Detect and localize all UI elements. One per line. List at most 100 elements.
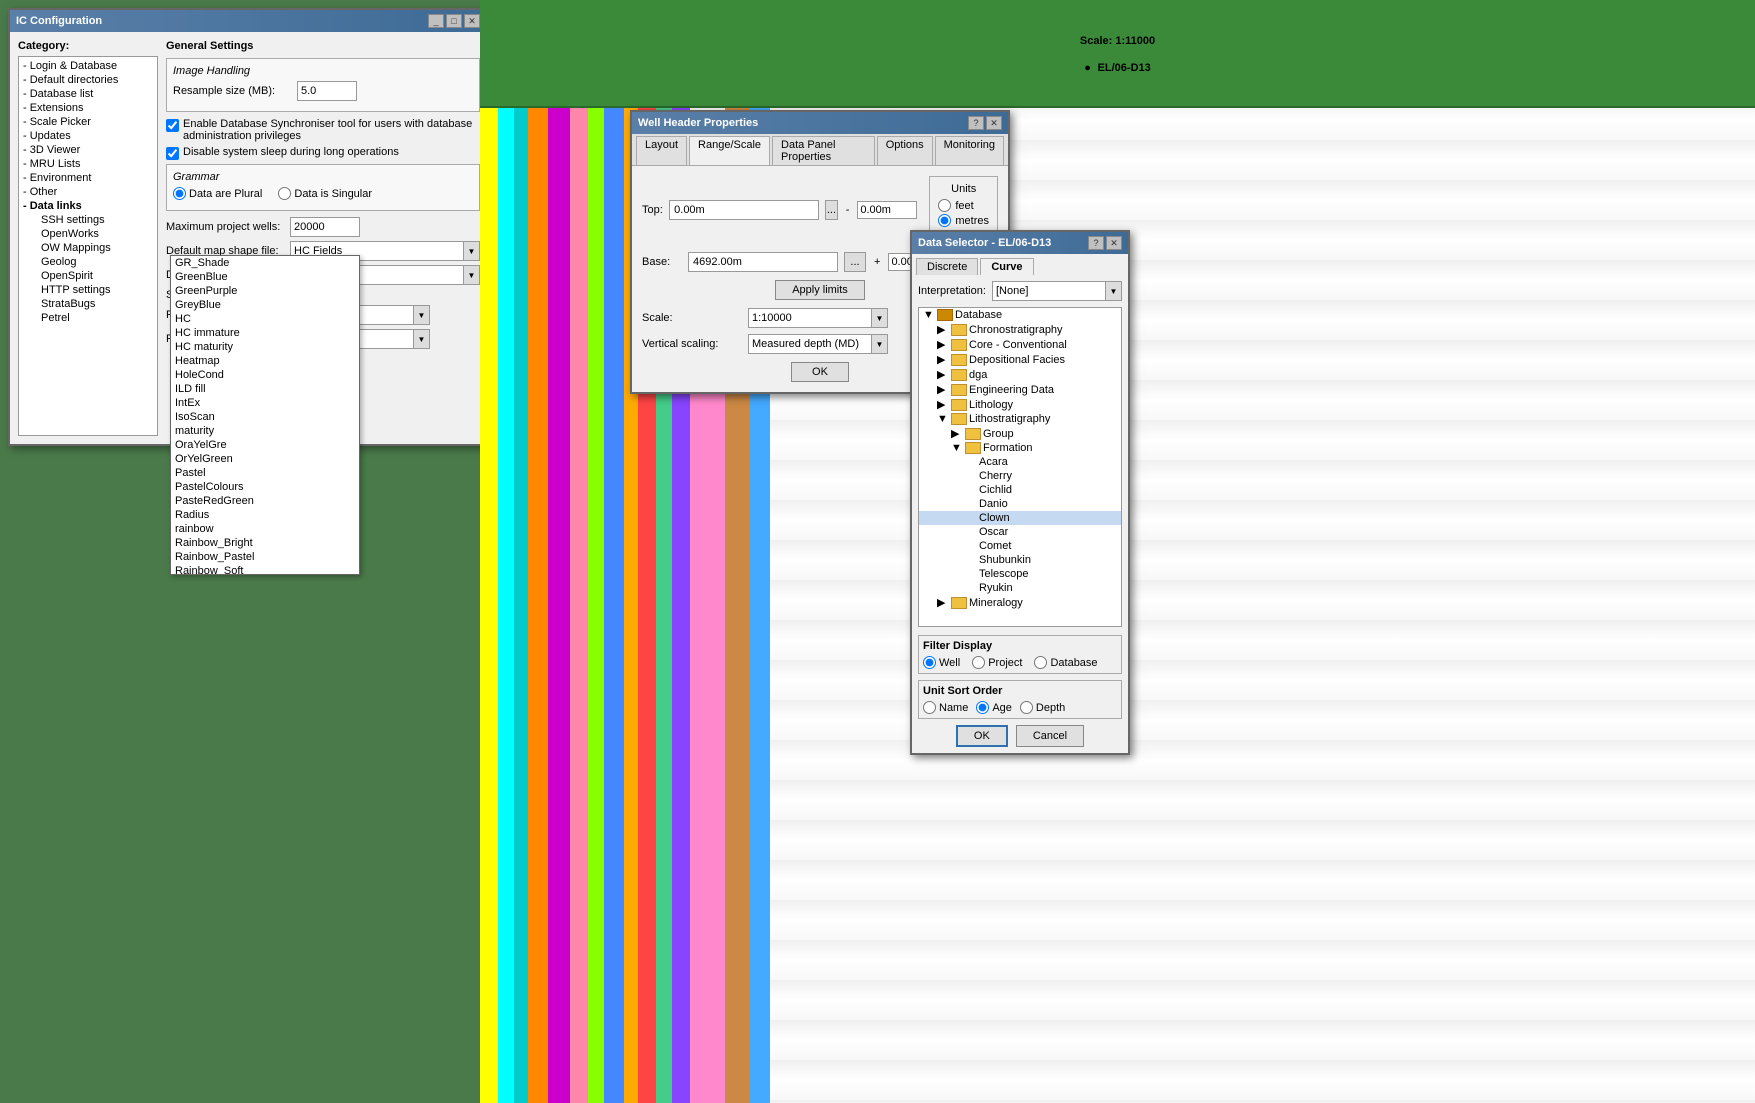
base-input[interactable] bbox=[688, 252, 838, 272]
db-sync-checkbox[interactable] bbox=[166, 119, 179, 132]
minimize-button[interactable]: _ bbox=[428, 14, 444, 28]
tree-item-updates[interactable]: - Updates bbox=[21, 129, 155, 143]
colormap-item-greenblue[interactable]: GreenBlue bbox=[171, 270, 359, 284]
filter-radio-database[interactable]: Database bbox=[1034, 656, 1097, 669]
tree-item-scale-picker[interactable]: - Scale Picker bbox=[21, 115, 155, 129]
ds-tree-item-dga[interactable]: ▶ dga bbox=[919, 367, 1121, 382]
colormap-item-heatmap[interactable]: Heatmap bbox=[171, 354, 359, 368]
maximize-button[interactable]: □ bbox=[446, 14, 462, 28]
scale-combobox[interactable]: 1:10000 ▼ bbox=[748, 308, 888, 328]
units-metres-radio[interactable] bbox=[938, 214, 951, 227]
ds-tree-item-lithostratigraphy[interactable]: ▼ Lithostratigraphy bbox=[919, 412, 1121, 426]
radio-singular[interactable]: Data is Singular bbox=[278, 187, 372, 200]
ds-tree-item-shubunkin[interactable]: Shubunkin bbox=[919, 553, 1121, 567]
wh-tab-range-scale[interactable]: Range/Scale bbox=[689, 136, 770, 165]
tree-item-3d-viewer[interactable]: - 3D Viewer bbox=[21, 143, 155, 157]
colormap-item-radius[interactable]: Radius bbox=[171, 508, 359, 522]
wh-tab-monitoring[interactable]: Monitoring bbox=[935, 136, 1004, 165]
ds-ok-btn[interactable]: OK bbox=[956, 725, 1008, 747]
vert-scaling-combobox[interactable]: Measured depth (MD) ▼ bbox=[748, 334, 888, 354]
colormap-item-pastelcolours[interactable]: PastelColours bbox=[171, 480, 359, 494]
top-unit-input[interactable] bbox=[857, 201, 917, 219]
units-feet-radio[interactable] bbox=[938, 199, 951, 212]
colormap-item-rainbow_bright[interactable]: Rainbow_Bright bbox=[171, 536, 359, 550]
ds-tree-item-core---conventional[interactable]: ▶ Core - Conventional bbox=[919, 337, 1121, 352]
close-button[interactable]: ✕ bbox=[464, 14, 480, 28]
apply-limits-button[interactable]: Apply limits bbox=[775, 280, 865, 300]
ds-tree-item-oscar[interactable]: Oscar bbox=[919, 525, 1121, 539]
tree-item-openspirit[interactable]: OpenSpirit bbox=[21, 269, 155, 283]
colormap-item-ild-fill[interactable]: ILD fill bbox=[171, 382, 359, 396]
colormap-item-gr_shade[interactable]: GR_Shade bbox=[171, 256, 359, 270]
colormap-dropdown[interactable]: GR_ShadeGreenBlueGreenPurpleGreyBlueHCHC… bbox=[170, 255, 360, 575]
calculation-dropdown-btn[interactable]: ▼ bbox=[413, 330, 429, 348]
tree-item-mru-lists[interactable]: - MRU Lists bbox=[21, 157, 155, 171]
wh-tab-options[interactable]: Options bbox=[877, 136, 933, 165]
ds-tab-discrete[interactable]: Discrete bbox=[916, 258, 978, 275]
ds-tree-item-database[interactable]: ▼ Database bbox=[919, 308, 1121, 322]
data-tree[interactable]: ▼ Database▶ Chronostratigraphy▶ Core - C… bbox=[918, 307, 1122, 627]
well-header-ok-btn[interactable]: OK bbox=[791, 362, 849, 382]
ds-tree-item-cherry[interactable]: Cherry bbox=[919, 469, 1121, 483]
data-selector-help-btn[interactable]: ? bbox=[1088, 236, 1104, 250]
map-shape-dropdown-btn[interactable]: ▼ bbox=[463, 242, 479, 260]
colormap-item-intex[interactable]: IntEx bbox=[171, 396, 359, 410]
wh-tab-data-panel-properties[interactable]: Data Panel Properties bbox=[772, 136, 875, 165]
colormap-item-rainbow[interactable]: rainbow bbox=[171, 522, 359, 536]
ds-tree-item-formation[interactable]: ▼ Formation bbox=[919, 441, 1121, 455]
tree-item-other[interactable]: - Other bbox=[21, 185, 155, 199]
top-browse-btn[interactable]: ... bbox=[825, 200, 838, 220]
filter-radio-well[interactable]: Well bbox=[923, 656, 960, 669]
vert-scaling-dropdown-btn[interactable]: ▼ bbox=[871, 335, 887, 353]
ds-tree-item-lithology[interactable]: ▶ Lithology bbox=[919, 397, 1121, 412]
ds-tree-item-clown[interactable]: Clown bbox=[919, 511, 1121, 525]
ds-tree-item-ryukin[interactable]: Ryukin bbox=[919, 581, 1121, 595]
tree-item-geolog[interactable]: Geolog bbox=[21, 255, 155, 269]
ds-tree-item-mineralogy[interactable]: ▶ Mineralogy bbox=[919, 595, 1121, 610]
colormap-item-hc-immature[interactable]: HC immature bbox=[171, 326, 359, 340]
ds-tree-item-comet[interactable]: Comet bbox=[919, 539, 1121, 553]
ds-tree-item-danio[interactable]: Danio bbox=[919, 497, 1121, 511]
tree-item-openworks[interactable]: OpenWorks bbox=[21, 227, 155, 241]
surface-gradient-dropdown-btn[interactable]: ▼ bbox=[463, 266, 479, 284]
filter-radio-project[interactable]: Project bbox=[972, 656, 1022, 669]
colormap-item-holecond[interactable]: HoleCond bbox=[171, 368, 359, 382]
wh-tab-layout[interactable]: Layout bbox=[636, 136, 687, 165]
colormap-item-hc-maturity[interactable]: HC maturity bbox=[171, 340, 359, 354]
colormap-item-isoscan[interactable]: IsoScan bbox=[171, 410, 359, 424]
tree-item-stratabugs[interactable]: StrataBugs bbox=[21, 297, 155, 311]
colormap-item-pastel[interactable]: Pastel bbox=[171, 466, 359, 480]
tree-item-environment[interactable]: - Environment bbox=[21, 171, 155, 185]
radio-plural[interactable]: Data are Plural bbox=[173, 187, 262, 200]
importing-dropdown-btn[interactable]: ▼ bbox=[413, 306, 429, 324]
ds-tab-curve[interactable]: Curve bbox=[980, 258, 1033, 275]
tree-item-login-&-database[interactable]: - Login & Database bbox=[21, 59, 155, 73]
colormap-item-rainbow_pastel[interactable]: Rainbow_Pastel bbox=[171, 550, 359, 564]
ds-tree-item-engineering-data[interactable]: ▶ Engineering Data bbox=[919, 382, 1121, 397]
ds-cancel-btn[interactable]: Cancel bbox=[1016, 725, 1084, 747]
resample-input[interactable] bbox=[297, 81, 357, 101]
tree-item-default-directories[interactable]: - Default directories bbox=[21, 73, 155, 87]
colormap-item-rainbow_soft[interactable]: Rainbow_Soft bbox=[171, 564, 359, 575]
colormap-item-oryelgreen[interactable]: OrYelGreen bbox=[171, 452, 359, 466]
ds-tree-item-depositional-facies[interactable]: ▶ Depositional Facies bbox=[919, 352, 1121, 367]
sort-radio-depth[interactable]: Depth bbox=[1020, 701, 1065, 714]
tree-item-ow-mappings[interactable]: OW Mappings bbox=[21, 241, 155, 255]
colormap-item-pasteredgreen[interactable]: PasteRedGreen bbox=[171, 494, 359, 508]
ds-tree-item-telescope[interactable]: Telescope bbox=[919, 567, 1121, 581]
colormap-item-orayelgre[interactable]: OraYelGre bbox=[171, 438, 359, 452]
tree-item-ssh-settings[interactable]: SSH settings bbox=[21, 213, 155, 227]
interp-combobox[interactable]: [None] ▼ bbox=[992, 281, 1122, 301]
ds-tree-item-chronostratigraphy[interactable]: ▶ Chronostratigraphy bbox=[919, 322, 1121, 337]
tree-item-data-links[interactable]: - Data links bbox=[21, 199, 155, 213]
ds-tree-item-group[interactable]: ▶ Group bbox=[919, 426, 1121, 441]
data-selector-close-btn[interactable]: ✕ bbox=[1106, 236, 1122, 250]
well-header-close-btn[interactable]: ✕ bbox=[986, 116, 1002, 130]
colormap-item-maturity[interactable]: maturity bbox=[171, 424, 359, 438]
sort-radio-name[interactable]: Name bbox=[923, 701, 968, 714]
tree-item-database-list[interactable]: - Database list bbox=[21, 87, 155, 101]
well-header-help-btn[interactable]: ? bbox=[968, 116, 984, 130]
tree-item-extensions[interactable]: - Extensions bbox=[21, 101, 155, 115]
tree-item-petrel[interactable]: Petrel bbox=[21, 311, 155, 325]
sleep-disable-checkbox[interactable] bbox=[166, 147, 179, 160]
